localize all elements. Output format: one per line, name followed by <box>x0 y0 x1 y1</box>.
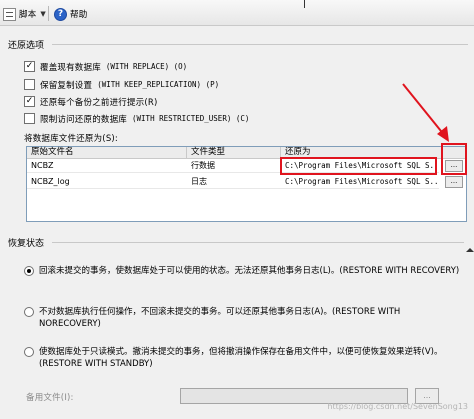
scrollbar-arrow[interactable] <box>466 246 474 252</box>
recovery-state-title: 恢复状态 <box>8 239 45 249</box>
row-1-file-type: 行数据 <box>187 159 281 173</box>
watermark: https://blog.csdn.net/SevenSong13 <box>327 402 468 411</box>
standby-option-text: 使数据库处于只读模式。撤消未提交的事务，但将撤消操作保存在备用文件中，以便可使恢… <box>39 347 443 369</box>
restricted-user-code: (WITH RESTRICTED_USER) (C) <box>132 114 250 123</box>
prompt-checkbox-row[interactable]: ✓ 还原每个备份之前进行提示(R) <box>24 95 158 108</box>
recovery-option-row[interactable]: 回滚未提交的事务，使数据库处于可以使用的状态。无法还原其他事务日志(L)。(RE… <box>24 265 464 277</box>
keep-replication-label: 保留复制设置 <box>40 80 93 91</box>
row-1-original-name: NCBZ <box>27 159 187 173</box>
mouse-cursor-icon <box>304 0 310 8</box>
restore-files-label: 将数据库文件还原为(S): <box>24 134 118 144</box>
script-icon <box>3 7 16 21</box>
prompt-label: 还原每个备份之前进行提示(R) <box>40 97 158 108</box>
overwrite-checkbox[interactable]: ✓ <box>24 61 35 72</box>
help-label: 帮助 <box>70 10 88 20</box>
browse-highlight-box <box>441 143 467 175</box>
standby-radio[interactable] <box>24 347 34 357</box>
script-label: 脚本 <box>19 10 37 20</box>
recovery-option-text: 回滚未提交的事务，使数据库处于可以使用的状态。无法还原其他事务日志(L)。(RE… <box>39 266 460 276</box>
overwrite-checkbox-row[interactable]: ✓ 覆盖现有数据库 (WITH REPLACE) (O) <box>24 60 187 73</box>
row-2-file-type: 日志 <box>187 175 281 189</box>
toolbar: 脚本 ▼ ? 帮助 <box>0 0 474 26</box>
help-icon: ? <box>54 7 67 21</box>
row-2-browse-button[interactable]: ... <box>445 176 463 188</box>
keep-replication-checkbox-row[interactable]: 保留复制设置 (WITH KEEP_REPLICATION) (P) <box>24 78 219 91</box>
norecovery-option-text: 不对数据库执行任何操作，不回滚未提交的事务。可以还原其他事务日志(A)。(RES… <box>39 307 401 329</box>
restricted-user-checkbox-row[interactable]: 限制访问还原的数据库 (WITH RESTRICTED_USER) (C) <box>24 112 249 125</box>
keep-replication-code: (WITH KEEP_REPLICATION) (P) <box>97 80 220 89</box>
toolbar-separator <box>48 6 49 21</box>
chevron-down-icon: ▼ <box>40 10 46 18</box>
norecovery-option-row[interactable]: 不对数据库执行任何操作，不回滚未提交的事务。可以还原其他事务日志(A)。(RES… <box>24 306 464 330</box>
restore-options-title: 还原选项 <box>8 41 45 51</box>
section-divider <box>52 242 464 243</box>
help-button[interactable]: ? 帮助 <box>54 6 87 22</box>
standby-option-row[interactable]: 使数据库处于只读模式。撤消未提交的事务，但将撤消操作保存在备用文件中，以便可使恢… <box>24 346 448 370</box>
column-header-original-name[interactable]: 原始文件名 <box>27 147 187 159</box>
norecovery-radio[interactable] <box>24 307 34 317</box>
path-highlight-box <box>280 157 437 175</box>
keep-replication-checkbox[interactable] <box>24 79 35 90</box>
standby-file-label: 备用文件(I): <box>26 393 74 403</box>
overwrite-label: 覆盖现有数据库 <box>40 62 101 73</box>
row-2-original-name: NCBZ_log <box>27 175 187 189</box>
row-2-restore-path[interactable]: C:\Program Files\Microsoft SQL S... <box>281 175 439 189</box>
prompt-checkbox[interactable]: ✓ <box>24 96 35 107</box>
recovery-radio[interactable] <box>24 266 34 276</box>
restricted-user-checkbox[interactable] <box>24 113 35 124</box>
annotation-arrow-icon <box>402 83 449 142</box>
section-divider <box>52 44 468 45</box>
script-button[interactable]: 脚本 ▼ <box>3 6 46 22</box>
restricted-user-label: 限制访问还原的数据库 <box>40 114 128 125</box>
overwrite-code: (WITH REPLACE) (O) <box>105 62 188 71</box>
column-header-file-type[interactable]: 文件类型 <box>187 147 281 159</box>
